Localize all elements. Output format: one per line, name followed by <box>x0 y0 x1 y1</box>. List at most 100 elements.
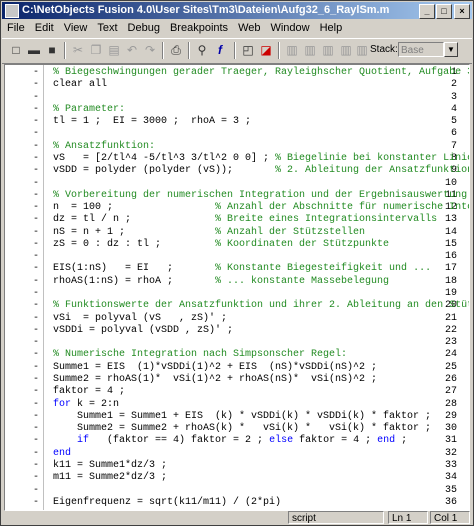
code-line[interactable]: faktor = 4 ; <box>53 386 125 397</box>
code-line[interactable]: % Vorbereitung der numerischen Integrati… <box>53 190 469 201</box>
breakpoint-marker[interactable]: - <box>33 141 39 152</box>
breakpoint-marker[interactable]: - <box>33 276 39 287</box>
breakpoint-marker[interactable]: - <box>33 313 39 324</box>
stack-select[interactable]: Base <box>398 42 444 57</box>
breakpoint-marker[interactable]: - <box>33 79 39 90</box>
menu-breakpoints[interactable]: Breakpoints <box>165 20 233 37</box>
breakpoint-marker[interactable]: - <box>33 153 39 164</box>
breakpoint-marker[interactable]: - <box>33 214 39 225</box>
breakpoint-marker[interactable]: - <box>33 325 39 336</box>
exit-debug-icon[interactable]: ▥ <box>354 42 370 58</box>
line-number: 17 <box>444 263 457 275</box>
breakpoint-marker[interactable]: - <box>33 349 39 360</box>
menu-help[interactable]: Help <box>315 20 348 37</box>
menu-window[interactable]: Window <box>265 20 314 37</box>
undo-icon[interactable]: ↶ <box>124 42 140 58</box>
breakpoint-marker[interactable]: - <box>33 251 39 262</box>
find-icon[interactable]: ⚲ <box>194 42 210 58</box>
menu-web[interactable]: Web <box>233 20 265 37</box>
breakpoint-marker[interactable]: - <box>33 288 39 299</box>
breakpoint-marker[interactable]: - <box>33 435 39 446</box>
code-line[interactable]: n = 100 ; % Anzahl der Abschnitte für nu… <box>53 202 469 213</box>
breakpoint-marker[interactable]: - <box>33 399 39 410</box>
code-line[interactable]: clear all <box>53 79 107 90</box>
continue-icon[interactable]: ▥ <box>338 42 354 58</box>
step-icon[interactable]: ▥ <box>284 42 300 58</box>
code-line[interactable]: nS = n + 1 ; % Anzahl der Stützstellen <box>53 227 365 238</box>
code-line[interactable]: Summe2 = Summe2 + rhoAS(k) * vSi(k) * vS… <box>53 423 431 434</box>
breakpoint-marker[interactable]: - <box>33 448 39 459</box>
code-line[interactable]: if (faktor == 4) faktor = 2 ; else fakto… <box>53 435 407 446</box>
code-line[interactable]: tl = 1 ; EI = 3000 ; rhoA = 3 ; <box>53 116 251 127</box>
menu-file[interactable]: File <box>2 20 30 37</box>
step-in-icon[interactable]: ▥ <box>302 42 318 58</box>
breakpoint-marker[interactable]: - <box>33 472 39 483</box>
menu-edit[interactable]: Edit <box>30 20 59 37</box>
code-line[interactable]: vSDD = polyder (polyder (vS)); % 2. Able… <box>53 165 469 176</box>
breakpoint-marker[interactable]: - <box>33 337 39 348</box>
code-line[interactable]: dz = tl / n ; % Breite eines Integration… <box>53 214 437 225</box>
breakpoint-marker[interactable]: - <box>33 423 39 434</box>
code-line[interactable]: Summe2 = rhoAS(1)* vSi(1)^2 + rhoAS(nS)*… <box>53 374 377 385</box>
code-line[interactable]: k11 = Summe1*dz/3 ; <box>53 460 167 471</box>
paste-icon[interactable]: ▤ <box>106 42 122 58</box>
new-file-icon[interactable]: □ <box>8 42 24 58</box>
function-icon[interactable]: f <box>212 42 228 58</box>
breakpoint-marker[interactable]: - <box>33 374 39 385</box>
breakpoint-marker[interactable]: - <box>33 239 39 250</box>
breakpoint-marker[interactable]: - <box>33 460 39 471</box>
code-line[interactable]: zS = 0 : dz : tl ; % Koordinaten der Stü… <box>53 239 389 250</box>
breakpoint-marker[interactable]: - <box>33 92 39 103</box>
breakpoint-marker[interactable]: - <box>33 128 39 139</box>
clear-breakpoints-icon[interactable]: ◪ <box>258 42 274 58</box>
code-line[interactable]: % Ansatzfunktion: <box>53 141 155 152</box>
breakpoint-marker[interactable]: - <box>33 202 39 213</box>
redo-icon[interactable]: ↷ <box>142 42 158 58</box>
menu-text[interactable]: Text <box>92 20 122 37</box>
code-line[interactable]: Eigenfrequenz = sqrt(k11/m11) / (2*pi) <box>53 497 281 508</box>
breakpoint-marker[interactable]: - <box>33 497 39 508</box>
breakpoint-marker[interactable]: - <box>33 67 39 78</box>
code-line[interactable]: vSDDi = polyval (vSDD , zS)' ; <box>53 325 233 336</box>
breakpoint-marker[interactable]: - <box>33 300 39 311</box>
code-editor[interactable]: 1-% Biegeschwingungen gerader Traeger, R… <box>4 64 470 511</box>
maximize-button[interactable]: □ <box>436 4 452 19</box>
breakpoint-marker[interactable]: - <box>33 263 39 274</box>
breakpoint-marker[interactable]: - <box>33 190 39 201</box>
code-line[interactable]: % Biegeschwingungen gerader Traeger, Ray… <box>53 67 469 78</box>
code-line[interactable]: rhoAS(1:nS) = rhoA ; % ... konstante Mas… <box>53 276 389 287</box>
copy-icon[interactable]: ❐ <box>88 42 104 58</box>
print-icon[interactable]: ⎙ <box>168 42 184 58</box>
breakpoint-marker[interactable]: - <box>33 227 39 238</box>
breakpoint-marker[interactable]: - <box>33 165 39 176</box>
code-line[interactable]: % Numerische Integration nach Simpsonsch… <box>53 349 347 360</box>
step-out-icon[interactable]: ▥ <box>320 42 336 58</box>
breakpoint-marker[interactable]: - <box>33 104 39 115</box>
breakpoint-marker[interactable]: - <box>33 411 39 422</box>
code-comment: % Biegelinie bei konstanter Linienlast <box>275 152 469 164</box>
breakpoint-marker[interactable]: - <box>33 116 39 127</box>
menu-view[interactable]: View <box>59 20 93 37</box>
code-line[interactable]: end <box>53 448 71 459</box>
cut-icon[interactable]: ✂ <box>70 42 86 58</box>
code-line[interactable]: vSi = polyval (vS , zS)' ; <box>53 313 227 324</box>
open-folder-icon[interactable]: ▬ <box>26 42 42 58</box>
code-line[interactable]: Summe1 = Summe1 + EIS (k) * vSDDi(k) * v… <box>53 411 431 422</box>
code-line[interactable]: m11 = Summe2*dz/3 ; <box>53 472 167 483</box>
code-line[interactable]: vS = [2/tl^4 -5/tl^3 3/tl^2 0 0] ; % Bie… <box>53 152 469 164</box>
code-line[interactable]: Summe1 = EIS (1)*vSDDi(1)^2 + EIS (nS)*v… <box>53 362 377 373</box>
code-line[interactable]: % Parameter: <box>53 104 125 115</box>
breakpoint-marker[interactable]: - <box>33 362 39 373</box>
menu-debug[interactable]: Debug <box>123 20 165 37</box>
chevron-down-icon[interactable]: ▼ <box>444 42 458 57</box>
breakpoint-marker[interactable]: - <box>33 485 39 496</box>
code-line[interactable]: for k = 2:n <box>53 399 119 410</box>
save-icon[interactable]: ■ <box>44 42 60 58</box>
set-breakpoint-icon[interactable]: ◰ <box>240 42 256 58</box>
close-button[interactable]: × <box>454 4 470 19</box>
breakpoint-marker[interactable]: - <box>33 386 39 397</box>
minimize-button[interactable]: _ <box>419 4 435 19</box>
code-line[interactable]: EIS(1:nS) = EI ; % Konstante Biegesteifi… <box>53 263 431 274</box>
code-line[interactable]: % Funktionswerte der Ansatzfunktion und … <box>53 300 469 311</box>
breakpoint-marker[interactable]: - <box>33 178 39 189</box>
